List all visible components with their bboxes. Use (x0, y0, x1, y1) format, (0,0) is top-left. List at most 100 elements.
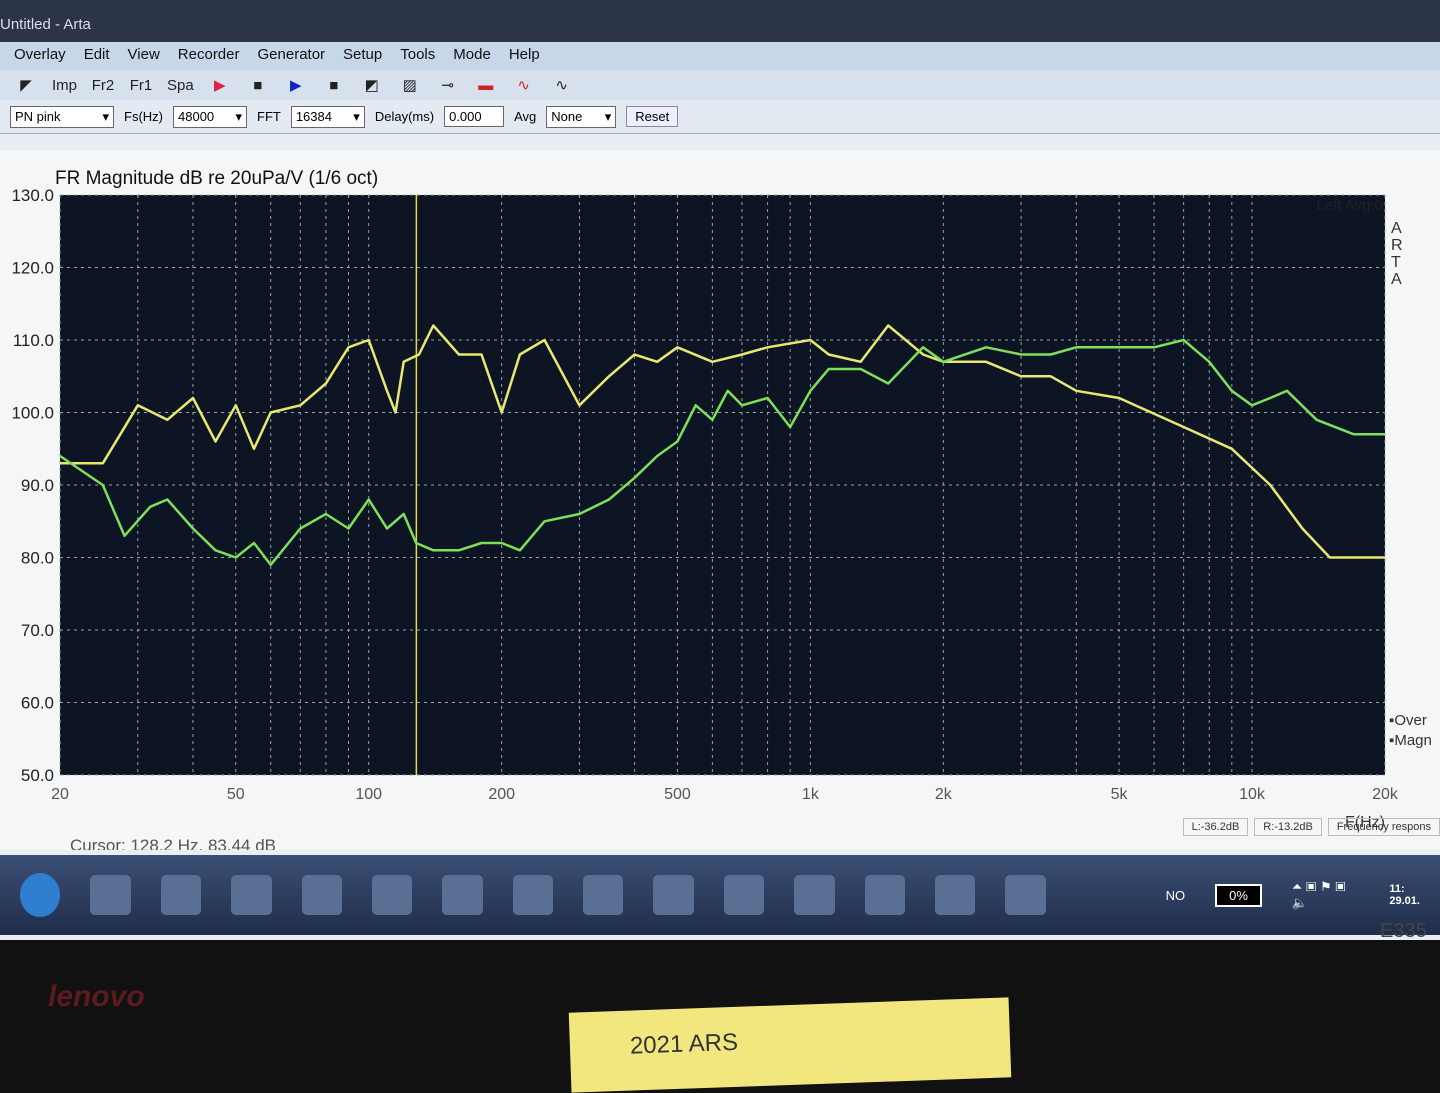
reset-button[interactable]: Reset (626, 106, 679, 127)
generator-select[interactable]: PN pink ▾ (10, 105, 114, 128)
menu-view[interactable]: View (128, 46, 160, 66)
taskbar-excel-icon[interactable] (301, 875, 342, 915)
chevron-down-icon: ▾ (353, 108, 360, 124)
chevron-down-icon: ▾ (235, 108, 242, 124)
options-bar: PN pink ▾ Fs(Hz) 48000 ▾ FFT 16384 ▾ Delay(… (0, 100, 1440, 134)
menu-recorder[interactable]: Recorder (178, 46, 240, 66)
menu-generator[interactable]: Generator (258, 46, 326, 66)
chevron-down-icon: ▾ (102, 108, 109, 124)
fft-value: 16384 (295, 108, 332, 124)
fr2-button[interactable]: Fr2 (91, 77, 115, 94)
menu-setup[interactable]: Setup (343, 46, 382, 66)
sticky-note: 2021 ARS (568, 997, 1012, 1093)
taskbar-sonos-icon[interactable] (653, 875, 694, 915)
x-tick-label: 2k (935, 786, 953, 803)
y-tick-label: 130.0 (11, 186, 54, 205)
y-tick-label: 70.0 (21, 621, 54, 640)
avg-value: None (551, 108, 583, 124)
arrow-icon[interactable]: ◤ (14, 76, 38, 94)
x-tick-label: 50 (227, 786, 245, 803)
taskbar-outlook-icon[interactable] (794, 875, 835, 915)
clock-date: 29.01. (1389, 895, 1420, 907)
menu-help[interactable]: Help (509, 46, 540, 66)
lenovo-logo: lenovo (48, 980, 145, 1013)
taskbar: NO 0% ⏶ ▣ ⚑ ▣ 🔈 11: 29.01. (0, 855, 1440, 935)
window-title: Untitled - Arta (0, 16, 91, 33)
y-tick-label: 60.0 (21, 694, 54, 713)
legend-over: ▪Over (1389, 712, 1427, 729)
language-indicator[interactable]: NO (1166, 888, 1186, 903)
status-right-level: R:-13.2dB (1254, 818, 1322, 836)
clock[interactable]: 11: 29.01. (1389, 883, 1420, 907)
fs-value: 48000 (178, 108, 215, 124)
y-tick-label: 80.0 (21, 549, 54, 568)
taskbar-lightning-icon[interactable] (934, 875, 976, 915)
arta-watermark-letter: R (1391, 237, 1403, 254)
arta-watermark-letter: A (1391, 220, 1402, 237)
fs-label: Fs(Hz) (124, 109, 163, 124)
toolbar: ◤ Imp Fr2 Fr1 Spa ▶ ■ ▶ ■ ◩ ▨ ⊸ ▬ ∿ ∿ (0, 70, 1440, 100)
status-left-level: L:-36.2dB (1182, 818, 1249, 836)
x-tick-label: 5k (1111, 786, 1129, 803)
menu-mode[interactable]: Mode (453, 46, 491, 66)
delay-label: Delay(ms) (374, 109, 435, 124)
record-stop-icon[interactable]: ■ (246, 77, 270, 94)
avg-select[interactable]: None ▾ (546, 105, 617, 128)
fs-select[interactable]: 48000 ▾ (173, 105, 247, 128)
y-tick-label: 50.0 (21, 766, 54, 785)
avg-label: Avg (514, 109, 537, 124)
x-tick-label: 10k (1239, 786, 1266, 803)
stop-icon[interactable]: ■ (322, 77, 346, 94)
x-tick-label: 100 (355, 786, 382, 803)
hatch-icon[interactable]: ▨ (398, 76, 422, 94)
model-label: E335 (1380, 920, 1427, 942)
clock-time: 11: (1389, 883, 1405, 895)
y-tick-label: 90.0 (21, 476, 54, 495)
menu-overlay[interactable]: Overlay (14, 46, 66, 66)
y-tick-label: 110.0 (13, 331, 54, 350)
delay-input[interactable]: 0.000 (444, 106, 505, 127)
status-mode: Frequency respons (1327, 818, 1440, 836)
abc-icon[interactable]: ◩ (360, 76, 384, 94)
x-tick-label: 20 (51, 786, 69, 803)
status-bar: L:-36.2dB R:-13.2dB Frequency respons (1182, 818, 1440, 836)
taskbar-powerpoint-icon[interactable] (371, 875, 413, 915)
taskbar-app-icon[interactable] (231, 875, 272, 915)
x-tick-label: 500 (664, 786, 691, 803)
generator-wave-icon[interactable]: ∿ (512, 76, 536, 94)
start-button[interactable] (20, 873, 61, 917)
tray-icons[interactable]: ⏶ ▣ ⚑ ▣ 🔈 (1292, 879, 1359, 911)
menu-tools[interactable]: Tools (400, 46, 435, 66)
fft-select[interactable]: 16384 ▾ (290, 105, 365, 128)
y-tick-label: 120.0 (11, 259, 54, 278)
chevron-down-icon: ▾ (604, 108, 612, 124)
spa-button[interactable]: Spa (167, 77, 194, 94)
taskbar-media-icon[interactable] (160, 875, 202, 915)
taskbar-player-icon[interactable] (442, 875, 483, 915)
cursor-readout: Cursor: 128.2 Hz, 83.44 dB (70, 836, 276, 850)
taskbar-steps-icon[interactable] (1005, 875, 1046, 915)
probe-icon[interactable]: ⊸ (436, 76, 460, 94)
taskbar-ccleaner-icon[interactable] (864, 875, 905, 915)
menu-edit[interactable]: Edit (84, 46, 110, 66)
y-tick-label: 100.0 (11, 404, 54, 423)
taskbar-arta-icon[interactable] (512, 875, 553, 915)
x-tick-label: 20k (1372, 786, 1399, 803)
legend-magn: ▪Magn (1389, 732, 1432, 749)
taskbar-app2-icon[interactable] (723, 875, 765, 915)
frequency-response-chart: FR Magnitude dB re 20uPa/V (1/6 oct) 50.0… (0, 150, 1440, 850)
play-icon[interactable]: ▶ (284, 76, 308, 94)
record-play-icon[interactable]: ▶ (208, 76, 232, 94)
taskbar-explorer-icon[interactable] (90, 875, 131, 915)
x-tick-label: 1k (802, 786, 820, 803)
menu-bar: Overlay Edit View Recorder Generator Set… (0, 42, 1440, 70)
taskbar-word-icon[interactable] (583, 875, 624, 915)
fr1-button[interactable]: Fr1 (129, 77, 153, 94)
x-tick-label: 200 (488, 786, 515, 803)
channel-label: Left Avg:0 (1317, 197, 1383, 214)
imp-button[interactable]: Imp (52, 77, 77, 94)
scope-icon[interactable]: ∿ (550, 76, 574, 94)
spectrum-icon[interactable]: ▬ (474, 77, 498, 94)
generator-value: PN pink (15, 108, 61, 124)
battery-indicator[interactable]: 0% (1215, 883, 1262, 907)
